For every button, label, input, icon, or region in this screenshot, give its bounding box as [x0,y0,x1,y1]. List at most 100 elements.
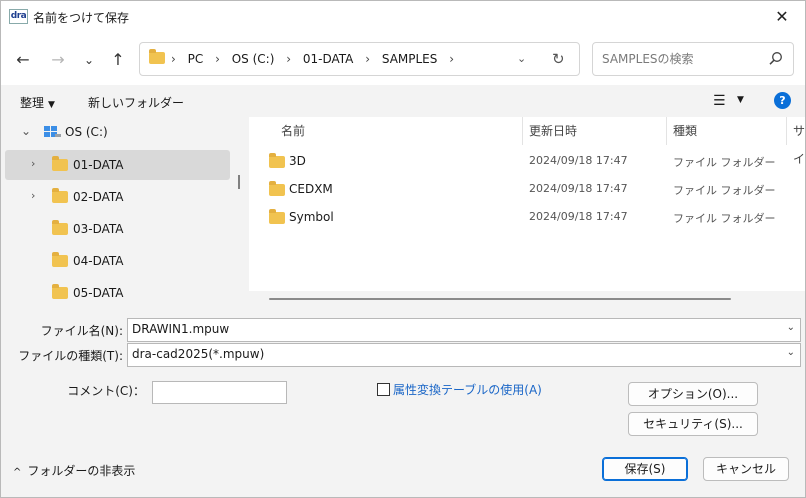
caret-down-icon: ▼ [48,100,55,110]
security-button[interactable]: セキュリティ(S)... [628,412,758,436]
filename-field[interactable]: DRAWIN1.mpuw ⌄ [127,318,801,342]
tree-item-label: 02-DATA [73,190,124,204]
folder-icon [269,181,285,196]
file-date: 2024/09/18 17:47 [529,182,628,195]
attr-table-checkbox-label[interactable]: 属性変換テーブルの使用(A) [393,381,542,398]
help-icon[interactable]: ? [774,92,791,109]
navigation-bar: ← → ⌄ ↑ › PC › OS (C:) › 01-DATA › SAMPL… [1,33,805,85]
file-type: ファイル フォルダー [673,212,776,225]
close-button[interactable]: ✕ [759,1,805,33]
view-options-icon[interactable]: ☰ [713,93,726,109]
breadcrumb-separator: › [171,52,176,66]
breadcrumb-01-data[interactable]: 01-DATA [303,52,354,66]
chevron-down-icon[interactable]: ⌄ [787,347,795,358]
folder-icon [269,209,285,224]
column-header-date[interactable]: 更新日時 [529,117,577,145]
dra-app-icon: dra [9,9,28,24]
file-name: CEDXM [289,182,333,196]
tree-item-05-data[interactable]: 05-DATA [1,278,230,306]
organize-button[interactable]: 整理 ▼ [20,94,55,111]
column-divider[interactable] [666,117,667,145]
column-header-type[interactable]: 種類 [673,117,697,145]
navigation-pane[interactable]: ⌄ OS (C:) › 01-DATA › 02-DATA 03-DATA 04… [1,117,233,306]
tree-item-01-data[interactable]: › 01-DATA [5,150,230,180]
chevron-right-icon[interactable]: › [31,157,35,170]
comment-label: コメント(C)： [67,384,145,398]
command-bar: 整理 ▼ 新しいフォルダー ☰ ▼ ? [1,85,805,117]
chevron-right-icon[interactable]: › [31,189,35,202]
new-folder-button[interactable]: 新しいフォルダー [88,94,184,111]
filename-label: ファイル名(N): [40,324,123,338]
file-type: ファイル フォルダー [673,156,776,169]
recent-locations-chevron-icon[interactable]: ⌄ [78,49,100,71]
folder-icon [52,156,68,171]
column-header-name[interactable]: 名前 [281,117,305,145]
pane-splitter[interactable] [233,117,247,306]
breadcrumb-pc[interactable]: PC [188,52,204,66]
refresh-icon[interactable]: ↻ [552,43,565,75]
breadcrumb-samples[interactable]: SAMPLES [382,52,438,66]
folder-icon [52,252,68,267]
file-list[interactable]: ^ 名前 更新日時 種類 サイ 3D 2024/09/18 17:47 ファイル… [249,117,805,306]
breadcrumb: › PC › OS (C:) › 01-DATA › SAMPLES › [171,43,462,75]
breadcrumb-separator[interactable]: › [215,52,220,66]
column-divider[interactable] [522,117,523,145]
address-history-chevron-icon[interactable]: ⌄ [517,43,526,75]
breadcrumb-os-c[interactable]: OS (C:) [232,52,275,66]
list-item[interactable]: CEDXM 2024/09/18 17:47 ファイル フォルダー [261,175,801,203]
options-button[interactable]: オプション(O)... [628,382,758,406]
chevron-down-icon[interactable]: ⌄ [21,124,31,138]
list-item[interactable]: Symbol 2024/09/18 17:47 ファイル フォルダー [261,203,801,231]
up-button[interactable]: ↑ [107,49,129,71]
tree-item-label: 05-DATA [73,286,124,300]
save-button[interactable]: 保存(S) [602,457,688,481]
folder-icon [269,153,285,168]
back-button[interactable]: ← [12,49,34,71]
folder-icon [52,284,68,299]
title-bar: dra 名前をつけて保存 ✕ [1,1,805,33]
filename-value[interactable]: DRAWIN1.mpuw [132,322,229,336]
tree-item-02-data[interactable]: › 02-DATA [1,182,230,212]
folder-icon [52,188,68,203]
folder-icon [52,220,68,235]
breadcrumb-separator[interactable]: › [365,52,370,66]
hide-folders-button[interactable]: ^ フォルダーの非表示 [13,462,135,479]
windows-drive-icon [44,126,61,137]
scrollbar-thumb[interactable] [269,298,731,300]
sort-ascending-icon: ^ [394,117,402,122]
tree-item-label: 01-DATA [73,158,124,172]
file-name: 3D [289,154,306,168]
filetype-select[interactable]: dra-cad2025(*.mpuw) ⌄ [127,343,801,367]
horizontal-scrollbar[interactable] [249,291,805,306]
breadcrumb-separator[interactable]: › [286,52,291,66]
search-placeholder: SAMPLESの検索 [602,52,694,66]
nav-scrollbar-thumb[interactable] [238,175,240,189]
list-item[interactable]: 3D 2024/09/18 17:47 ファイル フォルダー [261,147,801,175]
tree-item-03-data[interactable]: 03-DATA [1,214,230,244]
file-date: 2024/09/18 17:47 [529,154,628,167]
search-icon[interactable] [769,51,783,65]
file-date: 2024/09/18 17:47 [529,210,628,223]
forward-button[interactable]: → [47,49,69,71]
search-box[interactable]: SAMPLESの検索 [592,42,794,76]
hide-folders-label: フォルダーの非表示 [27,464,136,478]
filetype-label: ファイルの種類(T): [18,349,123,363]
file-type: ファイル フォルダー [673,184,776,197]
filetype-value: dra-cad2025(*.mpuw) [132,347,265,361]
tree-item-label: 04-DATA [73,254,124,268]
chevron-down-icon[interactable]: ⌄ [787,322,795,333]
column-header-size[interactable]: サイ [793,117,805,166]
attr-table-checkbox[interactable] [377,383,390,396]
tree-item-os-c[interactable]: ⌄ OS (C:) [1,117,230,147]
window-title: 名前をつけて保存 [33,11,130,25]
tree-item-label: 03-DATA [73,222,124,236]
cancel-button[interactable]: キャンセル [703,457,789,481]
breadcrumb-separator[interactable]: › [449,52,454,66]
file-name: Symbol [289,210,334,224]
column-divider[interactable] [786,117,787,145]
address-bar[interactable]: › PC › OS (C:) › 01-DATA › SAMPLES › ⌄ ↻ [139,42,580,76]
tree-item-04-data[interactable]: 04-DATA [1,246,230,276]
tree-item-label: OS (C:) [65,125,108,139]
caret-down-icon[interactable]: ▼ [737,95,744,105]
comment-field[interactable] [152,381,287,404]
